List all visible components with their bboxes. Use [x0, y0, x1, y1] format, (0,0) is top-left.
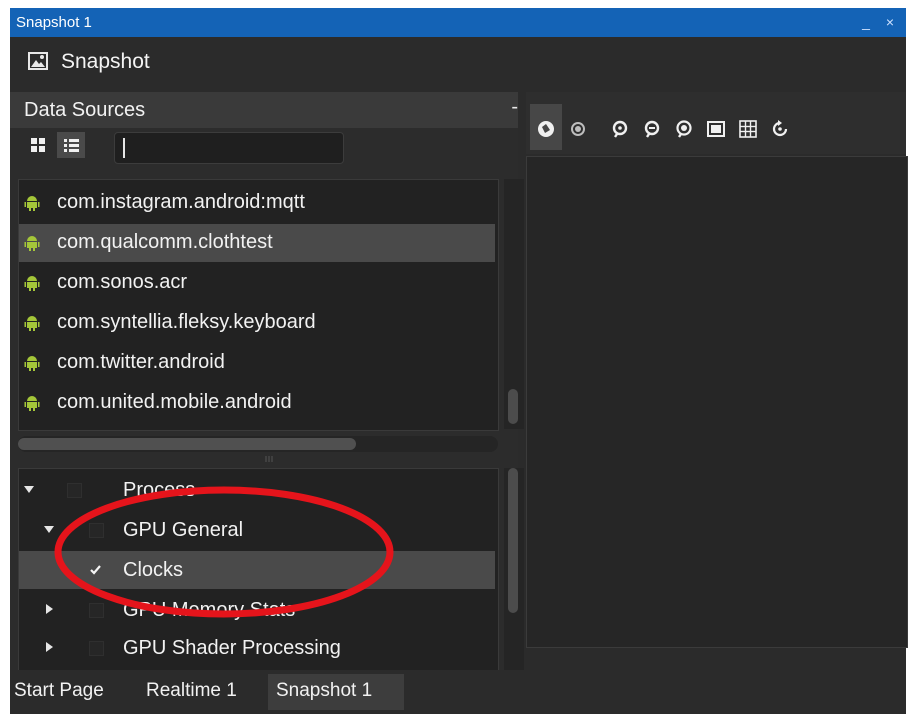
tree-row-label: GPU Memory Stats	[123, 599, 296, 621]
collapsed-arrow-icon[interactable]	[43, 641, 55, 653]
data-source-name: com.sonos.acr	[57, 271, 188, 293]
android-icon	[24, 196, 40, 211]
scrollbar-thumb[interactable]	[508, 389, 518, 424]
search-input[interactable]	[114, 132, 344, 164]
list-item[interactable]: com.sonos.acr	[19, 264, 495, 302]
tree-vertical-scrollbar[interactable]	[504, 468, 524, 670]
image-icon	[28, 52, 48, 70]
window-title: Snapshot 1	[16, 14, 92, 31]
fill-icon	[707, 121, 725, 137]
list-vertical-scrollbar[interactable]	[504, 179, 524, 429]
tab-label: Snapshot 1	[276, 680, 373, 701]
zoom-in-button[interactable]	[604, 104, 636, 150]
list-view-button[interactable]	[57, 132, 85, 158]
android-icon	[24, 236, 40, 251]
tree-row-label: Process	[123, 479, 196, 501]
list-item[interactable]: com.qualcomm.clothtest	[19, 224, 495, 262]
fill-view-button[interactable]	[700, 104, 732, 150]
tree-row-gpu-shader-processing[interactable]: GPU Shader Processing	[19, 629, 495, 667]
tab-label: Start Page	[14, 680, 104, 701]
scrollbar-thumb[interactable]	[508, 468, 518, 613]
window-title-bar[interactable]: Snapshot 1 _ ×	[10, 8, 906, 37]
grid-view-icon	[31, 138, 45, 152]
data-source-name: com.twitter.android	[57, 351, 225, 373]
android-icon	[24, 316, 40, 331]
expanded-arrow-icon[interactable]	[43, 523, 55, 535]
list-item[interactable]: com.syntellia.fleksy.keyboard	[19, 304, 495, 342]
tree-row-label: Clocks	[123, 559, 184, 581]
tab-snapshot-1[interactable]: Snapshot 1	[268, 674, 404, 710]
metric-checkbox[interactable]	[67, 483, 82, 498]
text-cursor	[123, 138, 125, 158]
data-source-name: com.syntellia.fleksy.keyboard	[57, 311, 316, 333]
data-source-name: com.instagram.android:mqtt	[57, 191, 305, 213]
view-toolbar	[526, 92, 906, 154]
metrics-tree[interactable]: Process GPU General Clocks GPU Memory St…	[18, 468, 499, 672]
data-sources-panel: Data Sources - com.instagram.android:mqt…	[10, 92, 524, 672]
window-controls[interactable]: _ ×	[862, 8, 900, 37]
panel-splitter-handle[interactable]	[18, 454, 518, 464]
data-source-list[interactable]: com.instagram.android:mqtt com.qualcomm.…	[18, 179, 499, 431]
document-tab-bar: Start Page Realtime 1 Snapshot 1	[10, 670, 906, 714]
snapshot-canvas[interactable]	[526, 156, 908, 648]
capture-icon	[538, 121, 554, 137]
refresh-button[interactable]	[764, 104, 796, 150]
tree-row-label: GPU Shader Processing	[123, 637, 341, 659]
zoom-reset-icon	[676, 120, 692, 138]
list-view-icon	[64, 139, 79, 152]
snapshot-view-panel	[526, 92, 908, 670]
grid-view-button[interactable]	[24, 132, 52, 158]
snapshot-label: Snapshot	[61, 50, 150, 73]
checked-checkbox-icon[interactable]	[89, 563, 102, 576]
data-source-name: com.united.mobile.android	[57, 391, 292, 413]
panel-minimize-button[interactable]: -	[511, 96, 518, 119]
grid-icon	[739, 120, 757, 138]
collapsed-arrow-icon[interactable]	[43, 603, 55, 615]
tab-realtime-1[interactable]: Realtime 1	[138, 674, 266, 710]
zoom-in-icon	[612, 120, 628, 138]
record-button[interactable]	[562, 104, 594, 150]
metric-checkbox[interactable]	[89, 523, 104, 538]
snapshot-window: Snapshot 1 _ × Snapshot Data Sources - c…	[10, 8, 908, 714]
metric-checkbox[interactable]	[89, 641, 104, 656]
android-icon	[24, 356, 40, 371]
tree-row-gpu-general[interactable]: GPU General	[19, 511, 495, 549]
android-icon	[24, 396, 40, 411]
grid-toggle-button[interactable]	[732, 104, 764, 150]
snapshot-toolbar: Snapshot	[10, 37, 906, 90]
list-item[interactable]: com.united.mobile.android	[19, 384, 495, 422]
list-item[interactable]: com.instagram.android:mqtt	[19, 184, 495, 222]
record-icon	[571, 122, 585, 136]
data-sources-title: Data Sources	[24, 99, 146, 121]
tab-label: Realtime 1	[146, 680, 237, 701]
tab-start-page[interactable]: Start Page	[14, 674, 134, 710]
zoom-out-button[interactable]	[636, 104, 668, 150]
tree-row-gpu-memory-stats[interactable]: GPU Memory Stats	[19, 591, 495, 629]
zoom-out-icon	[644, 120, 660, 138]
tree-row-clocks[interactable]: Clocks	[19, 551, 495, 589]
metric-checkbox[interactable]	[89, 603, 104, 618]
data-source-name: com.qualcomm.clothtest	[57, 231, 273, 253]
data-sources-header: Data Sources -	[10, 92, 518, 128]
refresh-icon	[772, 120, 788, 137]
list-item[interactable]: com.twitter.android	[19, 344, 495, 382]
tree-row-label: GPU General	[123, 519, 244, 541]
tree-row-process[interactable]: Process	[19, 471, 495, 509]
list-horizontal-scrollbar[interactable]	[18, 436, 498, 452]
capture-button[interactable]	[530, 104, 562, 150]
scrollbar-thumb[interactable]	[18, 438, 356, 450]
zoom-reset-button[interactable]	[668, 104, 700, 150]
android-icon	[24, 276, 40, 291]
expanded-arrow-icon[interactable]	[23, 483, 35, 495]
